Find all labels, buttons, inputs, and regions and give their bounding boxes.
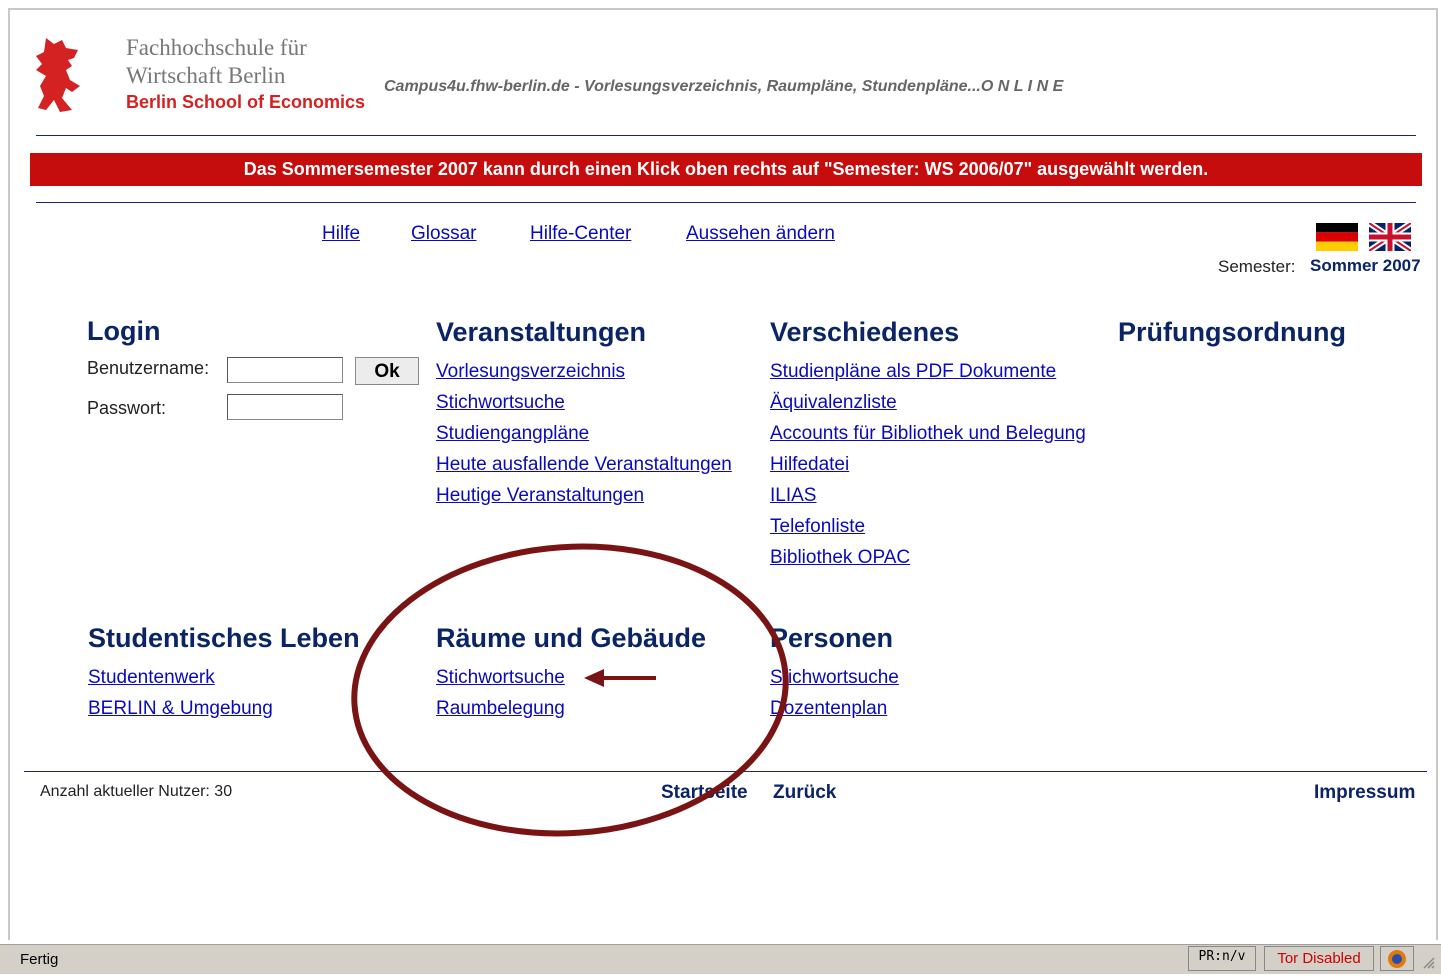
password-input[interactable]	[227, 394, 343, 420]
institution-line-1: Fachhochschule für	[126, 35, 307, 60]
arrow-left-annotation-icon	[584, 669, 656, 687]
link-raumbelegung[interactable]: Raumbelegung	[436, 698, 565, 720]
nav-link-glossar[interactable]: Glossar	[411, 223, 476, 245]
link-studienplaene-pdf[interactable]: Studienpläne als PDF Dokumente	[770, 361, 1056, 383]
personen-heading: Personen	[770, 623, 894, 653]
user-count: Anzahl aktueller Nutzer: 30	[40, 783, 233, 800]
window-frame-right	[1436, 8, 1438, 940]
pruefungsordnung-heading[interactable]: Prüfungsordnung	[1118, 317, 1346, 348]
link-veranstaltungen-stichwortsuche[interactable]: Stichwortsuche	[436, 392, 565, 414]
link-accounts[interactable]: Accounts für Bibliothek und Belegung	[770, 423, 1086, 445]
tor-status-button[interactable]: Tor Disabled	[1264, 946, 1374, 971]
studentisches-leben-heading: Studentisches Leben	[88, 623, 360, 653]
link-vorlesungsverzeichnis[interactable]: Vorlesungsverzeichnis	[436, 361, 625, 383]
footer-link-impressum[interactable]: Impressum	[1314, 782, 1415, 804]
login-ok-button[interactable]: Ok	[355, 357, 419, 385]
raeume-heading: Räume und Gebäude	[436, 623, 707, 653]
footer-link-startseite[interactable]: Startseite	[661, 782, 748, 804]
semester-banner: Das Sommersemester 2007 kann durch einen…	[30, 153, 1422, 186]
semester-selector[interactable]: Sommer 2007	[1310, 256, 1421, 276]
institution-line-2: Wirtschaft Berlin	[126, 63, 286, 88]
link-berlin-umgebung[interactable]: BERLIN & Umgebung	[88, 698, 273, 720]
header-divider	[36, 135, 1416, 136]
resize-grip-icon[interactable]	[1420, 954, 1436, 970]
window-frame-left	[8, 8, 10, 940]
link-telefonliste[interactable]: Telefonliste	[770, 516, 865, 538]
uk-flag-icon[interactable]	[1369, 223, 1411, 251]
link-heutige-veranstaltungen[interactable]: Heutige Veranstaltungen	[436, 485, 644, 507]
link-ilias[interactable]: ILIAS	[770, 485, 816, 507]
institution-english-name: Berlin School of Economics	[126, 92, 366, 112]
banner-divider	[36, 202, 1416, 203]
link-dozentenplan[interactable]: Dozentenplan	[770, 698, 887, 720]
login-heading: Login	[87, 316, 161, 346]
firefox-addon-icon[interactable]	[1380, 946, 1414, 971]
site-tagline: Campus4u.fhw-berlin.de - Vorlesungsverze…	[384, 78, 1064, 95]
link-heute-ausfallende[interactable]: Heute ausfallende Veranstaltungen	[436, 454, 732, 476]
footer-link-zurueck[interactable]: Zurück	[773, 782, 836, 804]
window-frame-top	[8, 8, 1438, 10]
german-flag-icon[interactable]	[1316, 223, 1358, 251]
nav-link-hilfe-center[interactable]: Hilfe-Center	[530, 223, 631, 245]
nav-link-hilfe[interactable]: Hilfe	[322, 223, 360, 245]
link-bibliothek-opac[interactable]: Bibliothek OPAC	[770, 547, 910, 569]
link-personen-stichwortsuche[interactable]: Stichwortsuche	[770, 667, 899, 689]
username-label: Benutzername:	[87, 358, 210, 378]
pagerank-indicator[interactable]: PR:n/v	[1188, 946, 1256, 971]
footer-divider	[24, 771, 1427, 772]
veranstaltungen-heading: Veranstaltungen	[436, 317, 647, 347]
verschiedenes-heading: Verschiedenes	[770, 317, 960, 347]
status-text: Fertig	[20, 951, 59, 968]
password-label: Passwort:	[87, 398, 167, 418]
link-hilfedatei[interactable]: Hilfedatei	[770, 454, 849, 476]
semester-label: Semester:	[1218, 257, 1296, 276]
nav-link-aussehen-aendern[interactable]: Aussehen ändern	[686, 223, 835, 245]
link-raeume-stichwortsuche[interactable]: Stichwortsuche	[436, 667, 565, 689]
berlin-bear-logo-icon	[36, 38, 80, 112]
link-studentenwerk[interactable]: Studentenwerk	[88, 667, 215, 689]
username-input[interactable]	[227, 357, 343, 383]
link-studiengangplaene[interactable]: Studiengangpläne	[436, 423, 589, 445]
link-aequivalenzliste[interactable]: Äquivalenzliste	[770, 392, 897, 414]
